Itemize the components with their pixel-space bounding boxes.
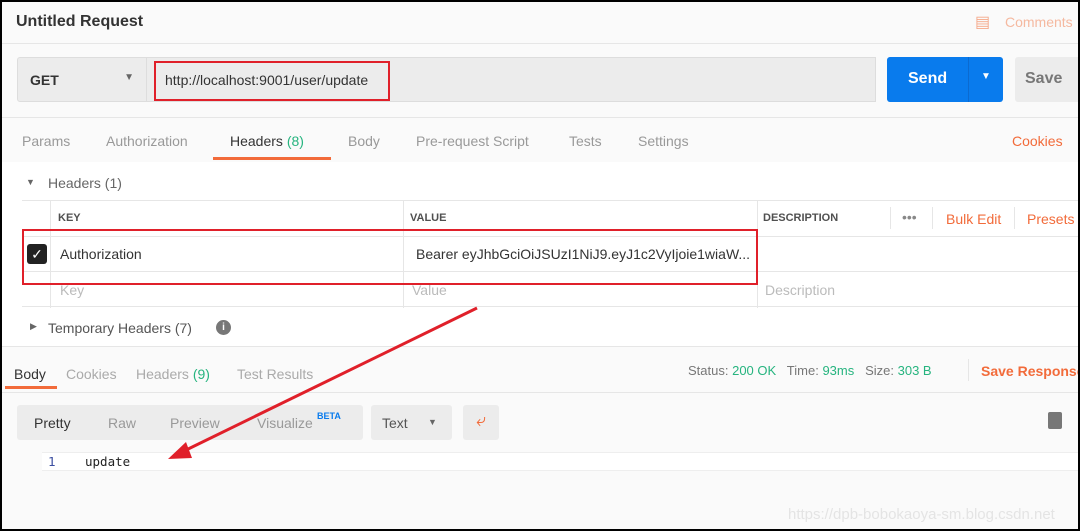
annotation-arrow (168, 306, 478, 459)
postman-window: Untitled Request ▤ Comments GET ▼ http://… (2, 2, 1078, 529)
